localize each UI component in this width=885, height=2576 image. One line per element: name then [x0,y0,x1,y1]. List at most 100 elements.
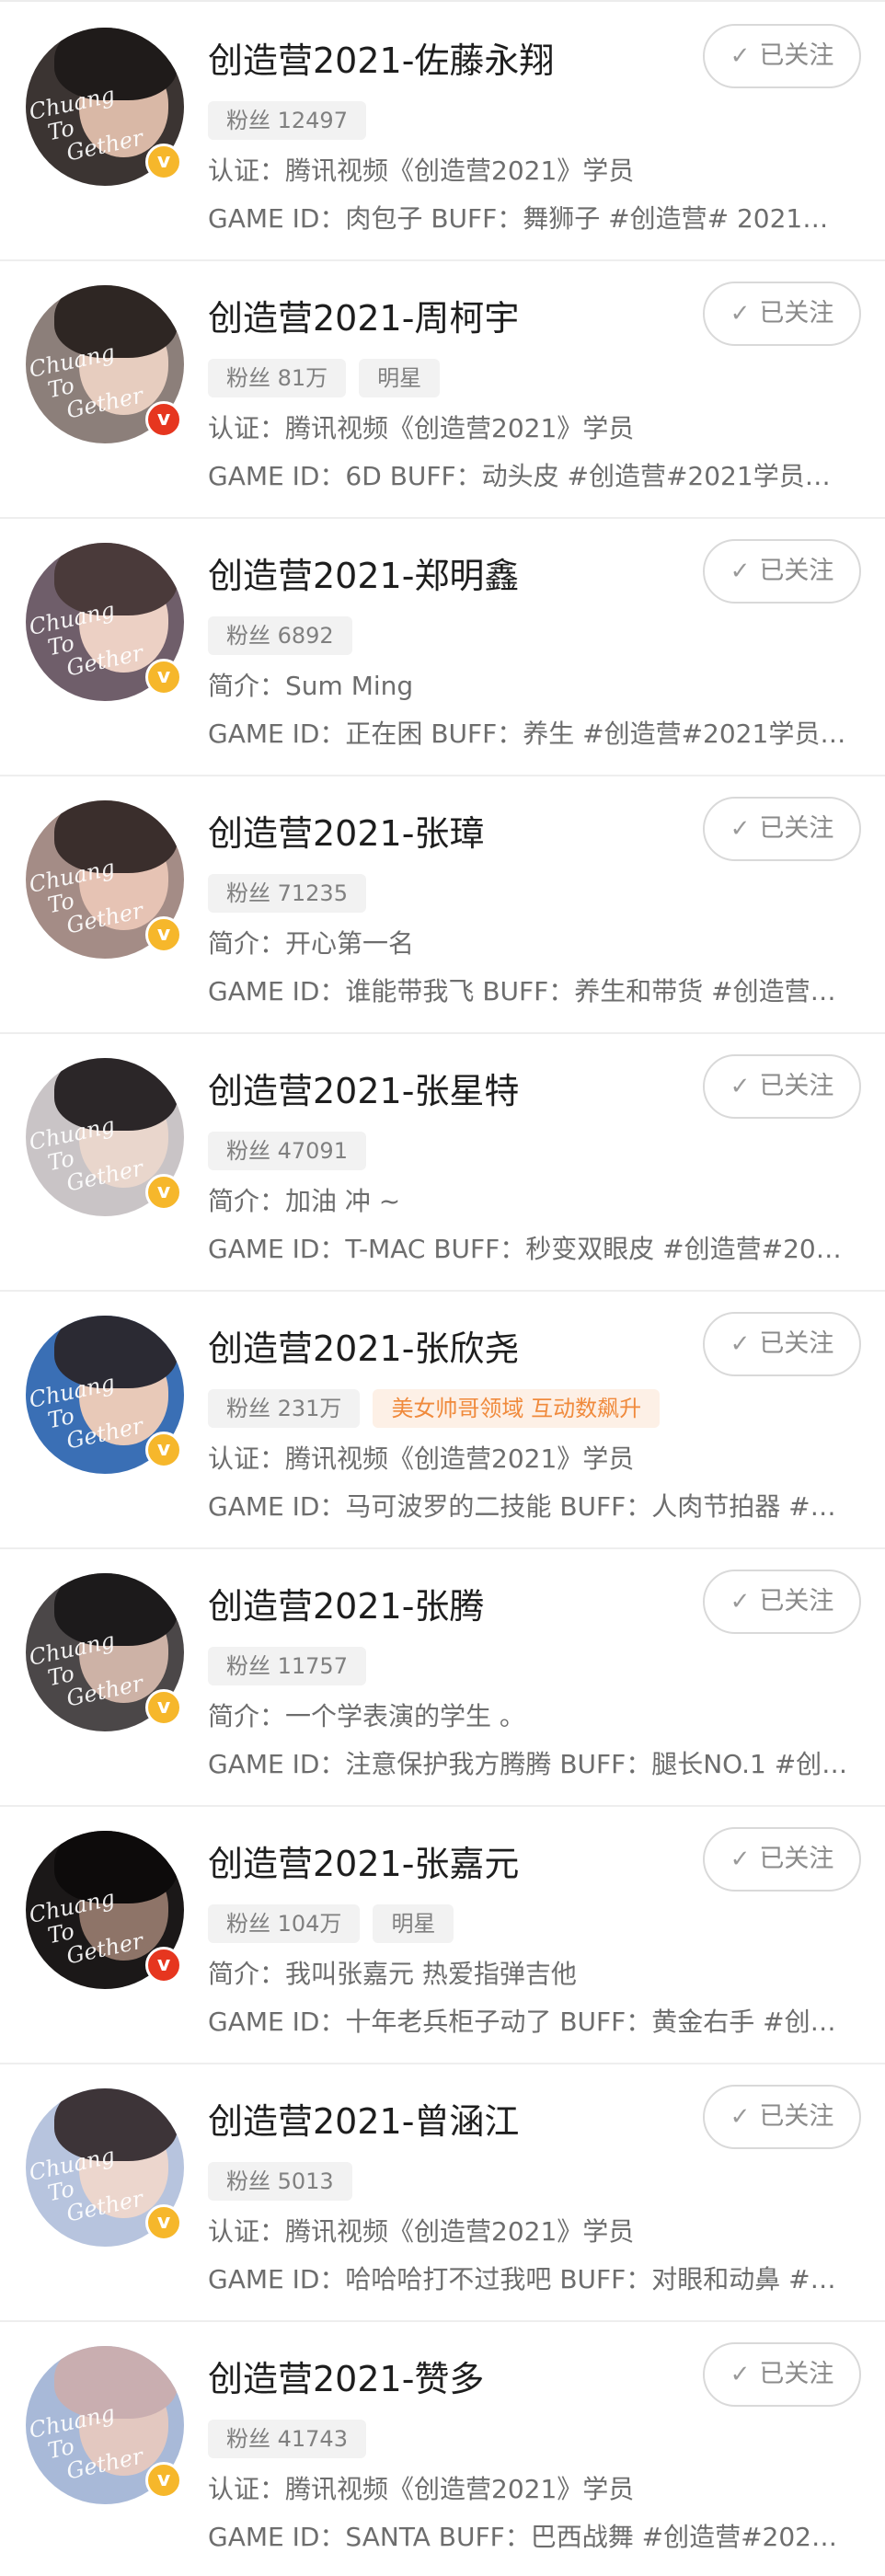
avatar[interactable]: Chuang To Gether v [26,285,184,443]
check-icon: ✓ [730,815,751,843]
verified-icon: v [145,1689,182,1726]
user-description: 简介：加油 冲 ~ [208,1186,401,1216]
fans-count-tag: 粉丝 71235 [208,874,366,913]
verified-icon: v [145,2462,182,2499]
avatar[interactable]: Chuang To Gether v [26,1831,184,1989]
user-bio: GAME ID：SANTA BUFF：巴西战舞 #创造营#2021学... [208,2522,852,2552]
user-row[interactable]: Chuang To Gether v 创造营2021-张璋 ✓ 已关注 粉丝 71… [0,776,885,1034]
avatar[interactable]: Chuang To Gether v [26,2088,184,2247]
user-description: 认证：腾讯视频《创造营2021》学员 [208,413,635,443]
user-row[interactable]: Chuang To Gether v 创造营2021-郑明鑫 ✓ 已关注 粉丝 6… [0,519,885,776]
fans-count-tag: 粉丝 47091 [208,1132,366,1170]
check-icon: ✓ [730,558,751,585]
follow-label: 已关注 [759,2102,834,2131]
follow-button[interactable]: ✓ 已关注 [703,797,861,861]
avatar[interactable]: Chuang To Gether v [26,28,184,186]
follow-button[interactable]: ✓ 已关注 [703,2342,861,2407]
user-row[interactable]: Chuang To Gether v 创造营2021-赞多 ✓ 已关注 粉丝 41… [0,2322,885,2576]
fans-count-tag: 粉丝 41743 [208,2420,366,2458]
user-description: 简介：一个学表演的学生 。 [208,1701,525,1731]
avatar[interactable]: Chuang To Gether v [26,1573,184,1731]
follow-button[interactable]: ✓ 已关注 [703,1570,861,1634]
tag-row: 粉丝 6892 [208,616,352,655]
extra-tag: 美女帅哥领域 互动数飙升 [373,1389,661,1428]
user-row[interactable]: Chuang To Gether v 创造营2021-张星特 ✓ 已关注 粉丝 4… [0,1034,885,1292]
user-bio: GAME ID：肉包子 BUFF：舞狮子 #创造营# 2021学员... [208,203,852,234]
user-bio: GAME ID：6D BUFF：动头皮 #创造营#2021学员周柯... [208,461,852,491]
follow-label: 已关注 [759,1845,834,1873]
fans-count-tag: 粉丝 11757 [208,1647,366,1685]
verified-icon: v [145,659,182,696]
user-row[interactable]: Chuang To Gether v 创造营2021-曾涵江 ✓ 已关注 粉丝 5… [0,2064,885,2322]
user-name[interactable]: 创造营2021-赞多 [208,2357,484,2401]
user-bio: GAME ID：注意保护我方腾腾 BUFF：腿长NO.1 #创造... [208,1749,852,1779]
user-row[interactable]: Chuang To Gether v 创造营2021-周柯宇 ✓ 已关注 粉丝 8… [0,261,885,519]
follow-label: 已关注 [759,557,834,585]
user-bio: GAME ID：哈哈哈打不过我吧 BUFF：对眼和动鼻 #创... [208,2264,852,2294]
user-row[interactable]: Chuang To Gether v 创造营2021-佐藤永翔 ✓ 已关注 粉丝 … [0,4,885,261]
avatar[interactable]: Chuang To Gether v [26,800,184,959]
user-name[interactable]: 创造营2021-曾涵江 [208,2099,519,2144]
tag-row: 粉丝 47091 [208,1132,366,1170]
follow-label: 已关注 [759,41,834,70]
user-name[interactable]: 创造营2021-张嘉元 [208,1842,519,1886]
verified-icon: v [145,1947,182,1984]
check-icon: ✓ [730,1330,751,1358]
user-row[interactable]: Chuang To Gether v 创造营2021-张腾 ✓ 已关注 粉丝 11… [0,1549,885,1807]
verified-icon: v [145,2204,182,2241]
avatar[interactable]: Chuang To Gether v [26,2346,184,2504]
fans-count-tag: 粉丝 231万 [208,1389,361,1428]
tag-row: 粉丝 41743 [208,2420,366,2458]
user-name[interactable]: 创造营2021-张腾 [208,1584,484,1628]
user-name[interactable]: 创造营2021-佐藤永翔 [208,39,554,83]
follow-button[interactable]: ✓ 已关注 [703,539,861,604]
user-bio: GAME ID：T-MAC BUFF：秒变双眼皮 #创造营#2021... [208,1234,852,1264]
user-name[interactable]: 创造营2021-周柯宇 [208,296,519,340]
follow-button[interactable]: ✓ 已关注 [703,282,861,346]
follow-button[interactable]: ✓ 已关注 [703,24,861,88]
check-icon: ✓ [730,1846,751,1873]
user-name[interactable]: 创造营2021-张璋 [208,811,484,856]
tag-row: 粉丝 71235 [208,874,366,913]
user-name[interactable]: 创造营2021-张星特 [208,1069,519,1113]
user-description: 认证：腾讯视频《创造营2021》学员 [208,2474,635,2504]
avatar[interactable]: Chuang To Gether v [26,1058,184,1216]
check-icon: ✓ [730,42,751,70]
follow-label: 已关注 [759,1587,834,1616]
check-icon: ✓ [730,1588,751,1616]
user-list: Chuang To Gether v 创造营2021-佐藤永翔 ✓ 已关注 粉丝 … [0,0,885,2576]
tag-row: 粉丝 5013 [208,2162,352,2201]
user-bio: GAME ID：马可波罗的二技能 BUFF：人肉节拍器 #创... [208,1491,852,1522]
follow-button[interactable]: ✓ 已关注 [703,1827,861,1892]
tag-row: 粉丝 81万 明星 [208,359,441,397]
user-name[interactable]: 创造营2021-张欣尧 [208,1327,519,1371]
follow-button[interactable]: ✓ 已关注 [703,1054,861,1119]
user-description: 认证：腾讯视频《创造营2021》学员 [208,155,635,186]
user-name[interactable]: 创造营2021-郑明鑫 [208,554,519,598]
follow-label: 已关注 [759,814,834,843]
follow-button[interactable]: ✓ 已关注 [703,1312,861,1376]
follow-label: 已关注 [759,1072,834,1100]
tag-row: 粉丝 231万 美女帅哥领域 互动数飙升 [208,1389,661,1428]
avatar[interactable]: Chuang To Gether v [26,543,184,701]
check-icon: ✓ [730,300,751,328]
user-row[interactable]: Chuang To Gether v 创造营2021-张欣尧 ✓ 已关注 粉丝 2… [0,1292,885,1549]
follow-label: 已关注 [759,299,834,328]
avatar[interactable]: Chuang To Gether v [26,1316,184,1474]
user-bio: GAME ID：谁能带我飞 BUFF：养生和带货 #创造营#2... [208,976,852,1006]
tag-row: 粉丝 11757 [208,1647,366,1685]
fans-count-tag: 粉丝 5013 [208,2162,352,2201]
follow-button[interactable]: ✓ 已关注 [703,2085,861,2149]
user-row[interactable]: Chuang To Gether v 创造营2021-张嘉元 ✓ 已关注 粉丝 1… [0,1807,885,2064]
tag-row: 粉丝 104万 明星 [208,1904,454,1943]
user-bio: GAME ID：十年老兵柜子动了 BUFF：黄金右手 #创造... [208,2007,852,2037]
tag-row: 粉丝 12497 [208,101,366,140]
extra-tag: 明星 [373,1904,454,1943]
user-description: 认证：腾讯视频《创造营2021》学员 [208,1443,635,1474]
verified-icon: v [145,1174,182,1211]
user-bio: GAME ID：正在困 BUFF：养生 #创造营#2021学员郑... [208,719,852,749]
fans-count-tag: 粉丝 104万 [208,1904,361,1943]
follow-label: 已关注 [759,1329,834,1358]
verified-icon: v [145,144,182,180]
fans-count-tag: 粉丝 6892 [208,616,352,655]
